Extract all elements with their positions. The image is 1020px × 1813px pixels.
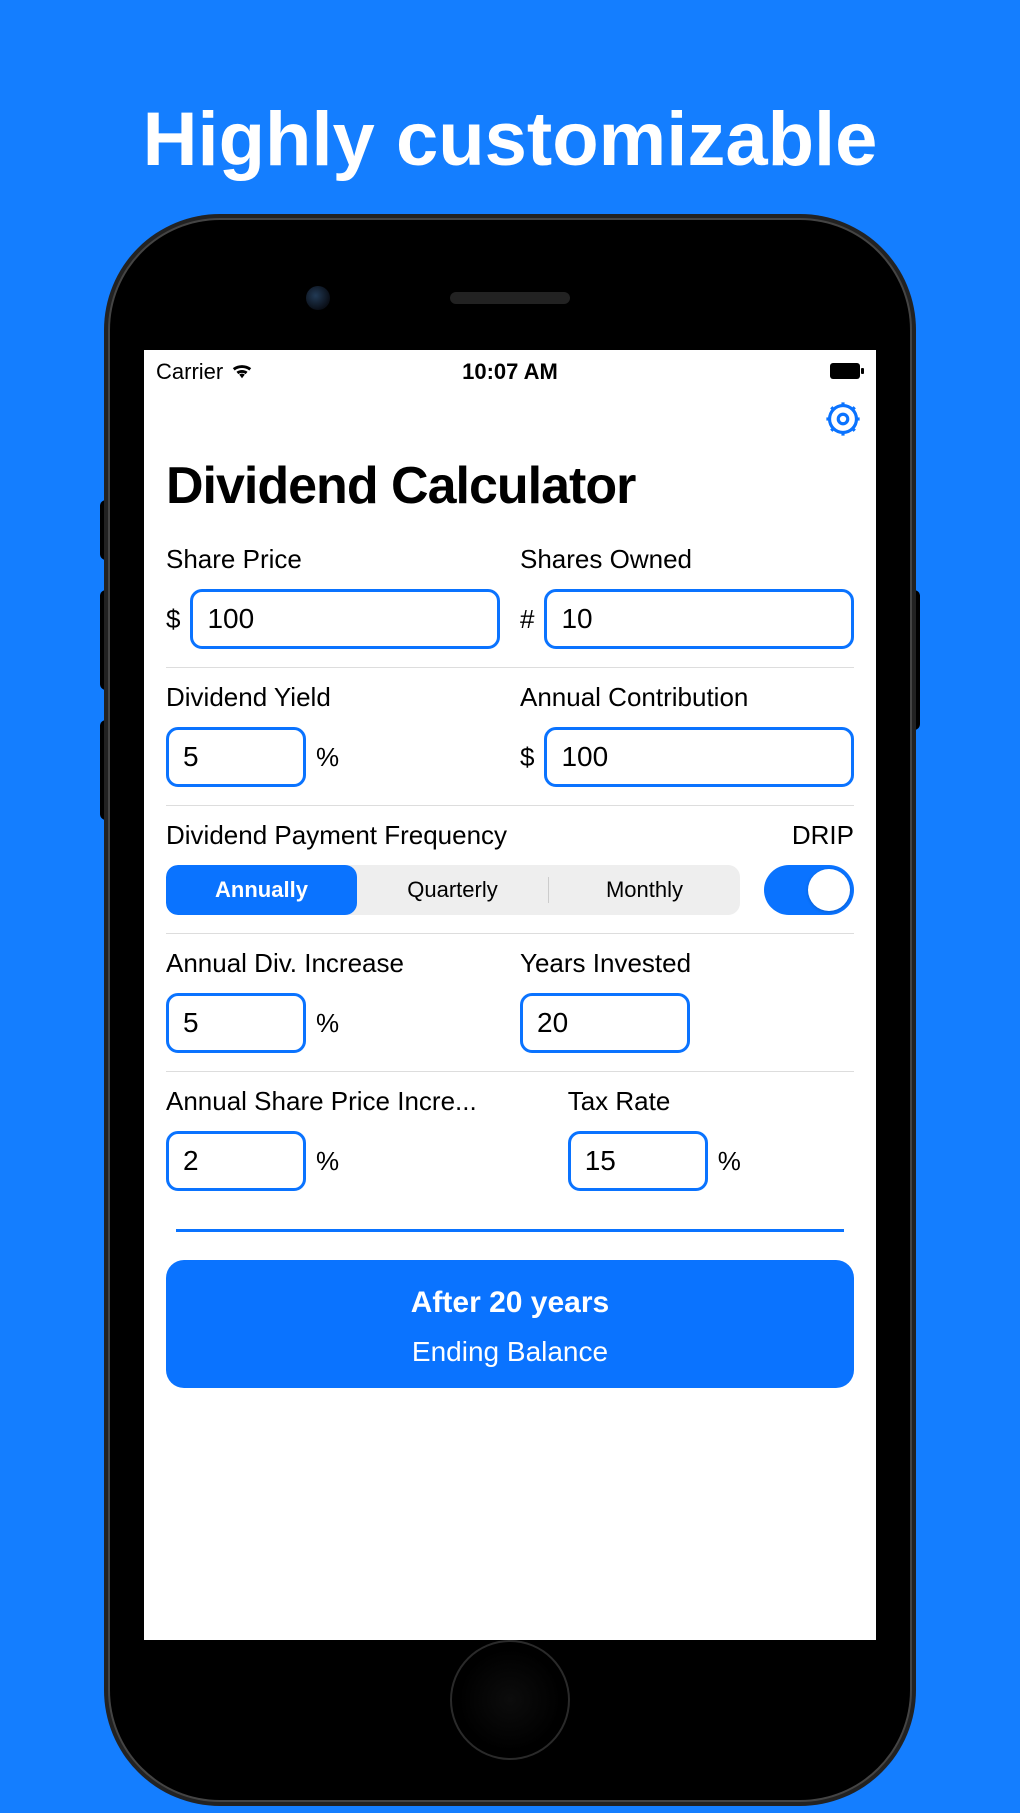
years-invested-label: Years Invested: [520, 948, 854, 979]
tax-rate-input[interactable]: [568, 1131, 708, 1191]
dividend-yield-label: Dividend Yield: [166, 682, 500, 713]
share-price-increase-input[interactable]: [166, 1131, 306, 1191]
status-time: 10:07 AM: [392, 359, 628, 385]
percent-suffix: %: [316, 1008, 339, 1039]
app-screen: Carrier 10:07 AM: [144, 350, 876, 1640]
share-price-input[interactable]: [190, 589, 500, 649]
battery-icon: [830, 359, 864, 385]
promo-headline: Highly customizable: [0, 0, 1020, 183]
share-price-label: Share Price: [166, 544, 500, 575]
dividend-yield-input[interactable]: [166, 727, 306, 787]
result-title: After 20 years: [166, 1286, 854, 1320]
shares-owned-label: Shares Owned: [520, 544, 854, 575]
page-title: Dividend Calculator: [166, 438, 854, 530]
status-bar: Carrier 10:07 AM: [144, 350, 876, 394]
phone-frame: Carrier 10:07 AM: [110, 220, 910, 1800]
section-divider: [176, 1229, 844, 1232]
frequency-segmented[interactable]: Annually Quarterly Monthly: [166, 865, 740, 915]
drip-label: DRIP: [792, 820, 854, 851]
segment-annually[interactable]: Annually: [166, 865, 357, 915]
annual-contribution-label: Annual Contribution: [520, 682, 854, 713]
dollar-prefix: $: [166, 604, 180, 635]
percent-suffix: %: [316, 1146, 339, 1177]
wifi-icon: [231, 359, 253, 385]
gear-icon[interactable]: [824, 400, 862, 438]
shares-owned-input[interactable]: [544, 589, 854, 649]
segment-monthly[interactable]: Monthly: [549, 865, 740, 915]
percent-suffix: %: [316, 742, 339, 773]
annual-contribution-input[interactable]: [544, 727, 854, 787]
phone-camera: [306, 286, 330, 310]
percent-suffix: %: [718, 1146, 741, 1177]
years-invested-input[interactable]: [520, 993, 690, 1053]
result-subtitle: Ending Balance: [166, 1336, 854, 1368]
annual-div-increase-input[interactable]: [166, 993, 306, 1053]
toggle-knob: [808, 869, 850, 911]
phone-home-button: [450, 1640, 570, 1760]
share-price-increase-label: Annual Share Price Incre...: [166, 1086, 548, 1117]
drip-toggle[interactable]: [764, 865, 854, 915]
tax-rate-label: Tax Rate: [568, 1086, 854, 1117]
dollar-prefix: $: [520, 742, 534, 773]
result-card: After 20 years Ending Balance: [166, 1260, 854, 1388]
hash-prefix: #: [520, 604, 534, 635]
carrier-label: Carrier: [156, 359, 223, 385]
segment-quarterly[interactable]: Quarterly: [357, 865, 548, 915]
phone-speaker: [450, 292, 570, 304]
frequency-label: Dividend Payment Frequency: [166, 820, 507, 851]
annual-div-increase-label: Annual Div. Increase: [166, 948, 500, 979]
